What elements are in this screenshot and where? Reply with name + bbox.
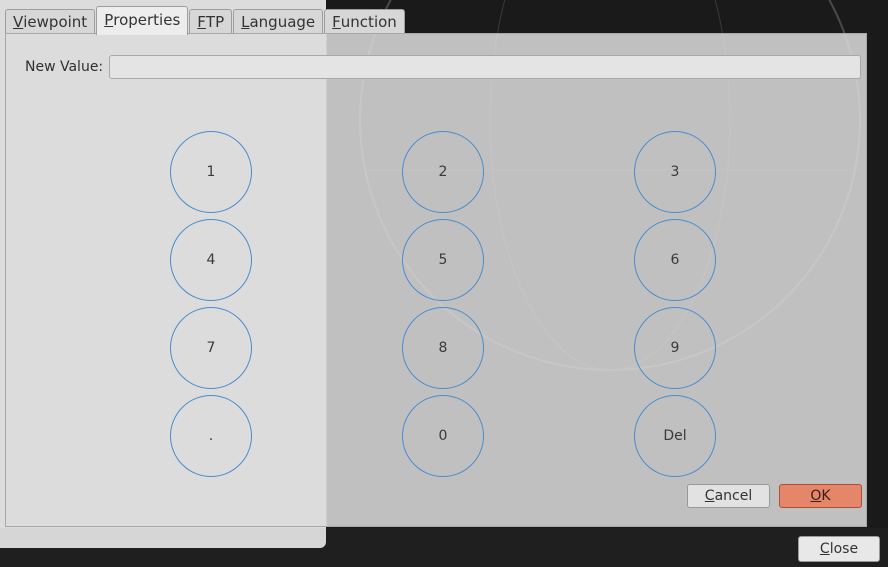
key-delete[interactable]: Del <box>634 395 716 477</box>
tab-ftp-mnemonic: F <box>197 13 206 31</box>
close-label: lose <box>829 541 859 557</box>
key-9[interactable]: 9 <box>634 307 716 389</box>
tab-function-label: unction <box>340 13 397 31</box>
tab-language-label: anguage <box>249 13 316 31</box>
new-value-input[interactable] <box>109 55 861 79</box>
key-decimal[interactable]: . <box>170 395 252 477</box>
tab-function-mnemonic: F <box>332 13 341 31</box>
ok-label: K <box>821 488 831 504</box>
tab-viewpoint-mnemonic: V <box>13 13 24 31</box>
key-7[interactable]: 7 <box>170 307 252 389</box>
key-0[interactable]: 0 <box>402 395 484 477</box>
close-mnemonic: C <box>819 541 830 557</box>
tab-ftp[interactable]: F TP <box>189 9 233 34</box>
key-5[interactable]: 5 <box>402 219 484 301</box>
tab-ftp-label: TP <box>205 13 225 31</box>
new-value-label: New Value: <box>25 59 104 75</box>
properties-panel: New Value: 1 2 3 4 5 6 7 8 9 . 0 Del Can… <box>5 33 867 527</box>
ok-button[interactable]: OK <box>779 484 862 508</box>
ok-mnemonic: O <box>810 488 822 504</box>
key-1[interactable]: 1 <box>170 131 252 213</box>
key-3[interactable]: 3 <box>634 131 716 213</box>
tab-properties-mnemonic: P <box>104 10 114 29</box>
close-button[interactable]: Close <box>798 536 880 562</box>
cancel-label: ancel <box>714 488 753 504</box>
tab-viewpoint[interactable]: Viewpoint <box>5 9 96 34</box>
background-panel-bottom <box>0 528 326 548</box>
tab-bar: Viewpoint Properties F TP Language Functi… <box>5 5 406 35</box>
tab-properties[interactable]: Properties <box>96 6 189 35</box>
cancel-button[interactable]: Cancel <box>687 484 770 508</box>
key-2[interactable]: 2 <box>402 131 484 213</box>
key-6[interactable]: 6 <box>634 219 716 301</box>
tab-viewpoint-label: iewpoint <box>23 13 88 31</box>
cancel-mnemonic: C <box>704 488 715 504</box>
key-4[interactable]: 4 <box>170 219 252 301</box>
tab-function[interactable]: Function <box>324 9 405 34</box>
tab-language[interactable]: Language <box>233 9 324 34</box>
tab-language-mnemonic: L <box>241 13 250 31</box>
key-8[interactable]: 8 <box>402 307 484 389</box>
tab-properties-label: roperties <box>113 10 181 29</box>
